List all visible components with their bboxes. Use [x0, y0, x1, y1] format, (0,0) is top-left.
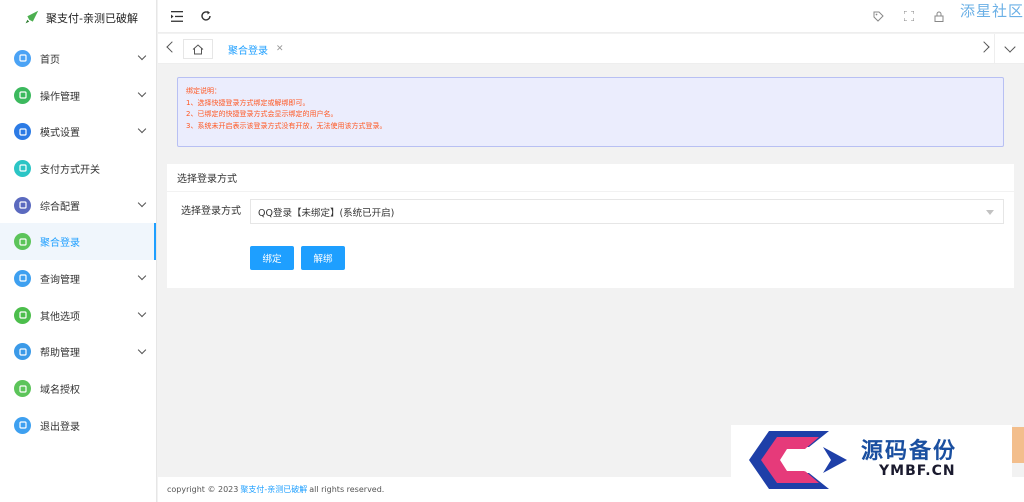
sidebar-item-2[interactable]: 模式设置: [0, 113, 156, 150]
power-icon: [14, 416, 31, 434]
sidebar-item-label: 退出登录: [40, 421, 80, 433]
footer-suffix: all rights reserved.: [309, 485, 385, 494]
watermark-sub: YMBF.CN: [879, 463, 956, 479]
fullscreen-icon[interactable]: [903, 10, 915, 22]
footer-link[interactable]: 聚支付-亲测已破解: [240, 484, 307, 495]
home-icon: [192, 43, 204, 54]
tab-aggregate-login[interactable]: 聚合登录 ✕: [218, 39, 284, 59]
caret-down-icon: [986, 210, 994, 215]
toggle-icon: [14, 159, 31, 177]
sidebar-item-label: 模式设置: [40, 128, 80, 140]
login-method-select[interactable]: QQ登录【未绑定】(系统已开启): [250, 199, 1004, 224]
sidebar-item-3[interactable]: 支付方式开关: [0, 150, 156, 187]
tab-close-icon[interactable]: ✕: [276, 44, 284, 54]
unbind-button[interactable]: 解绑: [301, 246, 345, 270]
watermark-logo-char: 码: [789, 446, 813, 475]
watermark-logo: 码 源码备份 YMBF.CN: [731, 425, 1012, 495]
sidebar-item-label: 聚合登录: [40, 238, 80, 250]
menu-collapse-icon[interactable]: [169, 8, 185, 24]
tab-scroll-right-icon[interactable]: [978, 41, 990, 53]
chevron-down-icon: [1003, 41, 1016, 53]
shield-icon: [14, 380, 31, 398]
sidebar-item-label: 操作管理: [40, 91, 80, 103]
tab-home[interactable]: [183, 39, 213, 59]
chevron-down-icon: [137, 308, 147, 318]
tab-dropdown[interactable]: [994, 34, 1024, 64]
bind-button[interactable]: 绑定: [250, 246, 294, 270]
sidebar-item-label: 支付方式开关: [40, 164, 100, 176]
sidebar: 聚支付-亲测已破解 首页操作管理模式设置支付方式开关 综合配置聚合登录查询管理其他…: [0, 0, 157, 502]
sidebar-item-label: 帮助管理: [40, 348, 80, 360]
notice-line: 3、系统未开启表示该登录方式没有开放，无法使用该方式登录。: [186, 121, 387, 130]
card-title: 选择登录方式: [167, 164, 1014, 192]
tab-scroll-left-icon[interactable]: [166, 41, 178, 53]
rocket-logo-icon: [25, 10, 39, 23]
home-icon: [14, 49, 31, 67]
orange-edge-decoration: [1012, 427, 1024, 463]
chevron-down-icon: [137, 271, 147, 281]
sidebar-item-4[interactable]: 综合配置: [0, 187, 156, 224]
sidebar-item-5[interactable]: 聚合登录: [0, 223, 156, 261]
sidebar-item-6[interactable]: 查询管理: [0, 260, 156, 297]
chevron-down-icon: [137, 345, 147, 354]
login-icon: [14, 233, 31, 251]
notice-line: 1、选择快捷登录方式绑定或解绑即可。: [186, 98, 310, 107]
watermark-title: 源码备份: [861, 438, 958, 464]
sidebar-item-label: 综合配置: [40, 201, 80, 213]
sidebar-item-9[interactable]: 域名授权: [0, 370, 156, 407]
lock-icon[interactable]: [933, 10, 945, 22]
sidebar-item-10[interactable]: 退出登录: [0, 407, 156, 444]
grid-icon: [14, 123, 31, 141]
corner-watermark-text: 添星社区: [960, 2, 1024, 20]
tab-bar: 聚合登录 ✕: [158, 34, 1024, 64]
brand-title: 聚支付-亲测已破解: [46, 11, 138, 25]
top-header: 添星社区: [158, 0, 1024, 33]
edit-icon: [14, 343, 31, 361]
login-method-card: 选择登录方式 选择登录方式 QQ登录【未绑定】(系统已开启) 绑定 解绑: [167, 164, 1014, 288]
book-icon: [14, 196, 31, 214]
sliders-icon: [14, 86, 31, 104]
select-value: QQ登录【未绑定】(系统已开启): [258, 207, 395, 219]
sidebar-item-label: 查询管理: [40, 274, 80, 286]
bind-notice: 绑定说明： 1、选择快捷登录方式绑定或解绑即可。 2、已绑定的快捷登录方式会显示绑定…: [177, 77, 1004, 147]
brand[interactable]: 聚支付-亲测已破解: [0, 0, 156, 35]
list-icon: [14, 306, 31, 324]
footer-prefix: copyright © 2023: [167, 485, 239, 494]
watermark-emblem-icon: 码: [749, 431, 847, 489]
refresh-icon[interactable]: [198, 8, 214, 24]
login-method-label: 选择登录方式: [181, 206, 241, 217]
sidebar-nav: 首页操作管理模式设置支付方式开关 综合配置聚合登录查询管理其他选项帮助管理域名授权…: [0, 40, 156, 444]
tag-icon[interactable]: [872, 10, 884, 22]
chevron-down-icon: [137, 198, 147, 207]
sidebar-item-8[interactable]: 帮助管理: [0, 334, 156, 371]
sidebar-item-label: 域名授权: [40, 385, 80, 397]
chevron-down-icon: [137, 88, 147, 97]
chevron-down-icon: [137, 125, 147, 134]
search-icon: [14, 269, 31, 287]
notice-line: 绑定说明：: [186, 87, 221, 95]
notice-line: 2、已绑定的快捷登录方式会显示绑定的用户名。: [186, 110, 338, 118]
chevron-down-icon: [137, 51, 147, 61]
sidebar-item-1[interactable]: 操作管理: [0, 77, 156, 114]
sidebar-item-7[interactable]: 其他选项: [0, 297, 156, 334]
tab-label: 聚合登录: [228, 45, 268, 57]
sidebar-item-0[interactable]: 首页: [0, 40, 156, 77]
sidebar-item-label: 首页: [40, 54, 60, 66]
sidebar-item-label: 其他选项: [40, 311, 80, 323]
